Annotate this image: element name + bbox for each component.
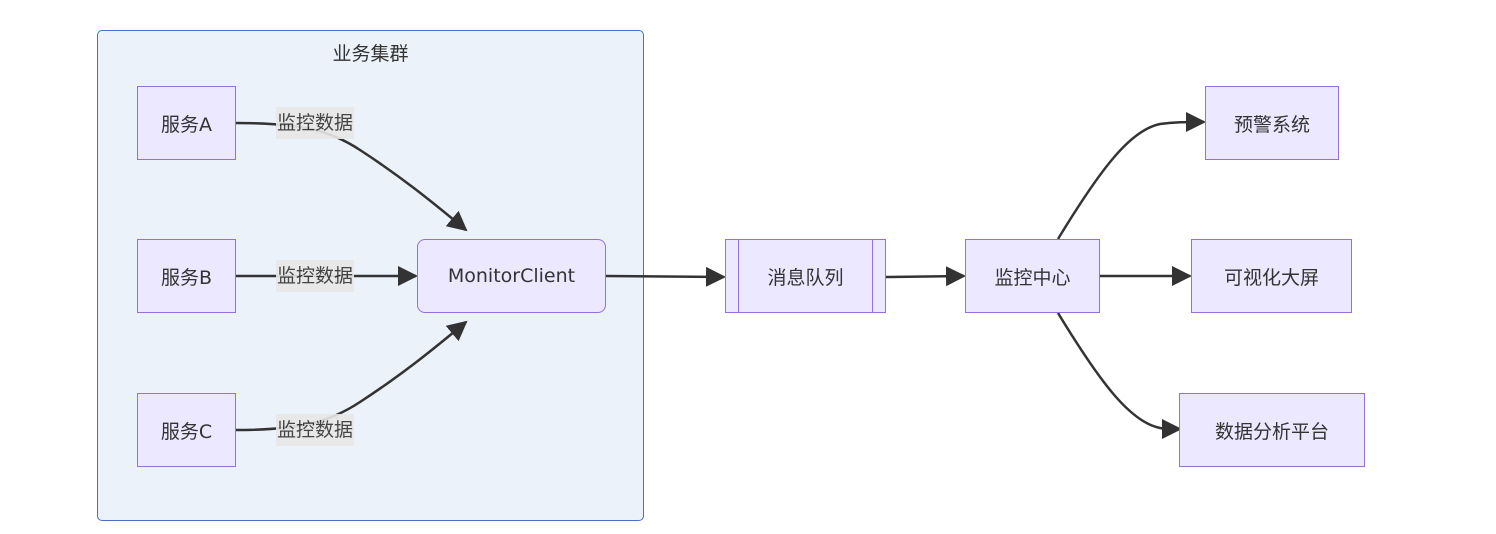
node-service-b: 服务B bbox=[137, 239, 236, 313]
node-alert-system: 预警系统 bbox=[1205, 86, 1339, 160]
edge-monitor-client-to-queue bbox=[605, 266, 726, 287]
flowchart-canvas: 业务集群 服务A 服务B 服务C MonitorClient 消息队列 监控中心… bbox=[0, 0, 1496, 534]
node-monitor-client-label: MonitorClient bbox=[447, 265, 576, 287]
node-monitor-client: MonitorClient bbox=[417, 239, 606, 313]
edge-label-service-b: 监控数据 bbox=[276, 260, 355, 292]
node-message-queue: 消息队列 bbox=[725, 239, 886, 313]
node-service-c: 服务C bbox=[137, 393, 236, 467]
node-service-a-label: 服务A bbox=[161, 113, 212, 136]
node-monitor-center: 监控中心 bbox=[965, 239, 1100, 313]
edge-label-service-c: 监控数据 bbox=[276, 414, 355, 446]
node-dashboard-label: 可视化大屏 bbox=[1223, 266, 1319, 289]
node-service-b-label: 服务B bbox=[160, 266, 213, 289]
edge-queue-to-monitor-center bbox=[885, 266, 966, 287]
node-analytics-platform-label: 数据分析平台 bbox=[1214, 420, 1329, 443]
edge-monitor-center-to-alert bbox=[1056, 112, 1206, 240]
node-dashboard: 可视化大屏 bbox=[1191, 239, 1352, 313]
edge-label-service-a: 监控数据 bbox=[276, 107, 355, 139]
node-service-a: 服务A bbox=[137, 86, 236, 160]
edge-service-a-to-monitor-client bbox=[235, 121, 468, 232]
node-monitor-center-label: 监控中心 bbox=[994, 266, 1071, 289]
node-alert-system-label: 预警系统 bbox=[1233, 113, 1310, 136]
edge-monitor-center-to-analytics bbox=[1056, 312, 1182, 439]
node-message-queue-label: 消息队列 bbox=[767, 266, 844, 289]
node-analytics-platform: 数据分析平台 bbox=[1179, 393, 1365, 467]
node-service-c-label: 服务C bbox=[160, 420, 213, 443]
